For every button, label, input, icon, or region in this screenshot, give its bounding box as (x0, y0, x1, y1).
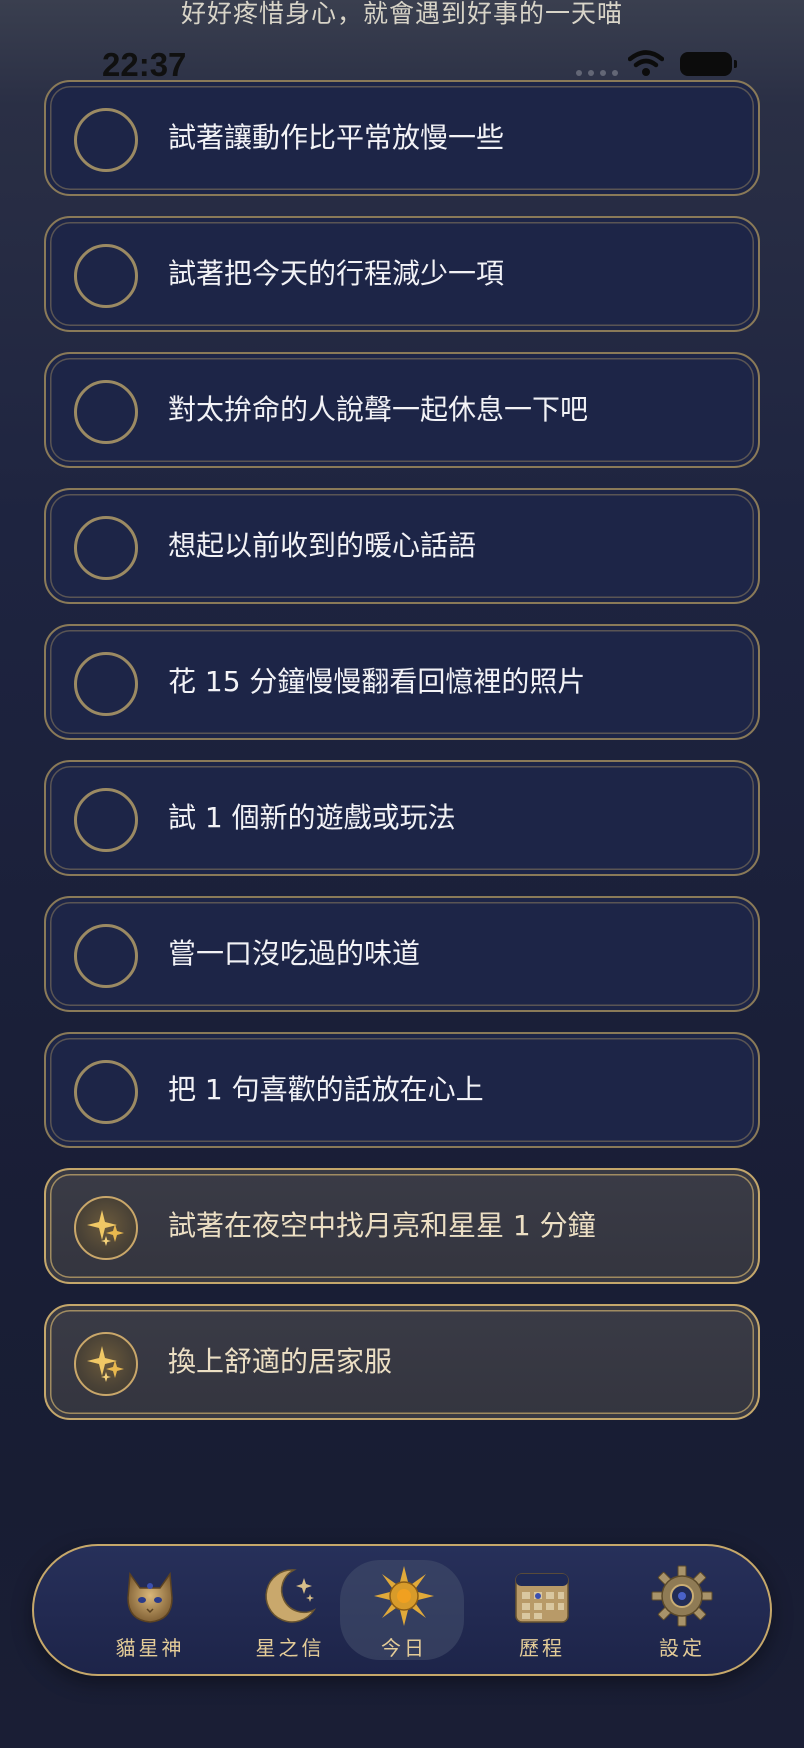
wifi-icon (628, 50, 664, 76)
status-time: 22:37 (102, 46, 187, 83)
battery-icon (680, 52, 737, 76)
checkbox-empty-icon[interactable] (74, 788, 138, 852)
task-item[interactable]: 對太拚命的人說聲一起休息一下吧 (44, 352, 760, 468)
task-label: 花 15 分鐘慢慢翻看回憶裡的照片 (168, 665, 586, 698)
daily-message-banner: 好好疼惜身心，就會遇到好事的一天喵 (180, 0, 623, 28)
checkbox-empty-icon[interactable] (74, 380, 138, 444)
tab-settings[interactable]: 設定 (620, 1560, 744, 1662)
checkbox-empty-icon[interactable] (74, 244, 138, 308)
sparkle-check-icon[interactable] (74, 1196, 138, 1260)
checkbox-empty-icon[interactable] (74, 108, 138, 172)
sparkle-check-icon[interactable] (74, 1332, 138, 1396)
task-item[interactable]: 把 1 句喜歡的話放在心上 (44, 1032, 760, 1148)
cat-icon (127, 1571, 173, 1623)
task-label: 試著讓動作比平常放慢一些 (168, 121, 505, 154)
task-label: 對太拚命的人說聲一起休息一下吧 (168, 393, 589, 426)
task-item[interactable]: 試著把今天的行程減少一項 (44, 216, 760, 332)
task-item[interactable]: 嘗一口沒吃過的味道 (44, 896, 760, 1012)
task-item[interactable]: 想起以前收到的暖心話語 (44, 488, 760, 604)
tab-label: 貓星神 (115, 1636, 185, 1660)
tab-star-letter[interactable]: 星之信 (228, 1560, 352, 1662)
tab-label: 歷程 (519, 1636, 565, 1660)
checkbox-empty-icon[interactable] (74, 1060, 138, 1124)
checkbox-empty-icon[interactable] (74, 652, 138, 716)
task-item-completed[interactable]: 換上舒適的居家服 (44, 1304, 760, 1420)
task-label: 試著在夜空中找月亮和星星 1 分鐘 (168, 1209, 596, 1242)
status-bar: 22:37 (0, 44, 804, 84)
task-label: 想起以前收到的暖心話語 (168, 529, 477, 562)
signal-dots-icon (576, 70, 618, 76)
tab-label: 設定 (659, 1636, 705, 1660)
task-item-completed[interactable]: 試著在夜空中找月亮和星星 1 分鐘 (44, 1168, 760, 1284)
tab-label: 星之信 (255, 1636, 325, 1660)
task-item[interactable]: 花 15 分鐘慢慢翻看回憶裡的照片 (44, 624, 760, 740)
bottom-tab-bar: 貓星神 星之信 今日 歷程 設定 (32, 1544, 772, 1676)
sun-icon (374, 1566, 434, 1626)
calendar-icon (515, 1573, 569, 1623)
tab-today[interactable]: 今日 (340, 1560, 466, 1662)
checkbox-empty-icon[interactable] (74, 516, 138, 580)
task-label: 換上舒適的居家服 (168, 1345, 393, 1378)
task-label: 嘗一口沒吃過的味道 (168, 937, 421, 970)
tab-cat-god[interactable]: 貓星神 (88, 1560, 212, 1662)
tab-history[interactable]: 歷程 (480, 1560, 604, 1662)
checkbox-empty-icon[interactable] (74, 924, 138, 988)
task-label: 把 1 句喜歡的話放在心上 (168, 1073, 484, 1106)
task-label: 試著把今天的行程減少一項 (168, 257, 505, 290)
task-list: 試著讓動作比平常放慢一些 試著把今天的行程減少一項 對太拚命的人說聲一起休息一下… (44, 80, 760, 1440)
tab-label: 今日 (381, 1636, 427, 1660)
task-label: 試 1 個新的遊戲或玩法 (168, 801, 456, 834)
gear-icon (651, 1565, 713, 1627)
moon-star-icon (265, 1569, 317, 1623)
task-item[interactable]: 試著讓動作比平常放慢一些 (44, 80, 760, 196)
task-item[interactable]: 試 1 個新的遊戲或玩法 (44, 760, 760, 876)
